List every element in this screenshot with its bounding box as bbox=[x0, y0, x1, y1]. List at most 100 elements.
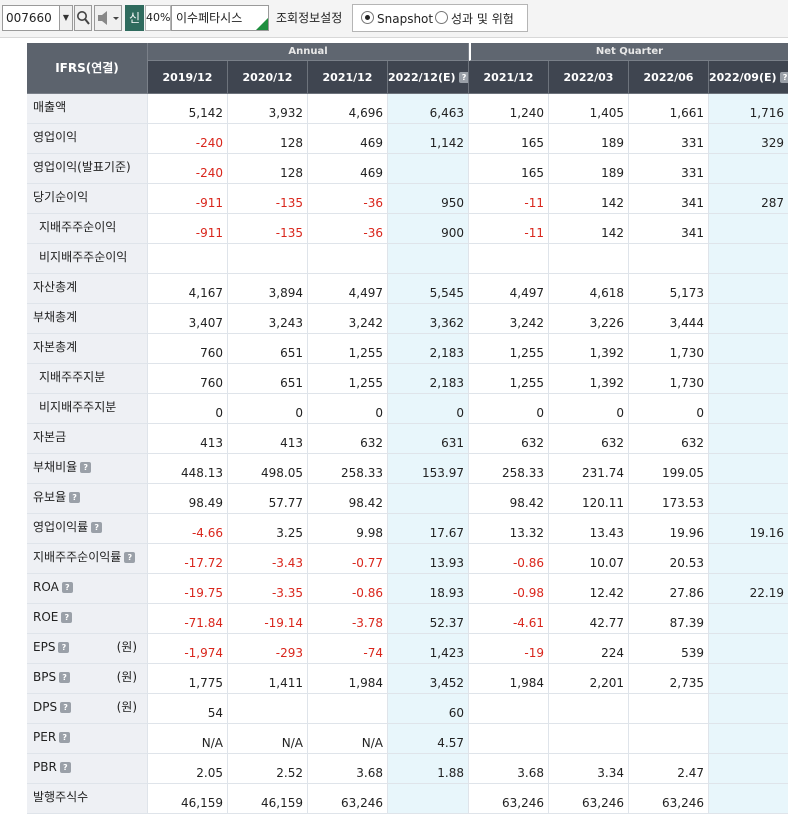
help-icon[interactable]: ? bbox=[59, 672, 71, 683]
row-label: 당기순이익 bbox=[27, 184, 148, 214]
table-cell: 331 bbox=[629, 154, 709, 184]
table-cell: 60 bbox=[388, 694, 469, 724]
table-cell: 3,444 bbox=[629, 304, 709, 334]
table-cell bbox=[709, 274, 788, 304]
table-cell: 287 bbox=[709, 184, 788, 214]
help-icon[interactable]: ? bbox=[59, 732, 71, 743]
column-header[interactable]: 2021/12 bbox=[469, 61, 549, 94]
table-cell: 4,497 bbox=[308, 274, 388, 304]
help-icon[interactable]: ? bbox=[91, 522, 103, 533]
table-cell bbox=[469, 694, 549, 724]
help-icon[interactable]: ? bbox=[58, 642, 70, 653]
help-icon[interactable]: ? bbox=[80, 462, 92, 473]
table-cell bbox=[709, 784, 788, 814]
table-cell: -17.72 bbox=[148, 544, 228, 574]
row-label-text: BPS bbox=[33, 670, 57, 684]
table-cell: 18.93 bbox=[388, 574, 469, 604]
row-label-text: 지배주주순이익률 bbox=[33, 550, 122, 564]
table-cell: -911 bbox=[148, 184, 228, 214]
row-label-text: 자산총계 bbox=[33, 280, 78, 294]
speaker-button[interactable] bbox=[94, 5, 122, 31]
table-cell: 632 bbox=[549, 424, 629, 454]
table-cell: 1,716 bbox=[709, 94, 788, 124]
row-label: ROE? bbox=[27, 604, 148, 634]
table-cell bbox=[709, 394, 788, 424]
row-label-text: 부채비율 bbox=[33, 460, 78, 474]
table-cell bbox=[228, 694, 308, 724]
help-icon[interactable]: ? bbox=[779, 72, 788, 83]
radio-performance-risk[interactable]: 성과 및 위험 bbox=[435, 11, 514, 27]
help-icon[interactable]: ? bbox=[61, 582, 73, 593]
column-header[interactable]: 2021/12 bbox=[308, 61, 388, 94]
row-label-text: 비지배주주순이익 bbox=[39, 250, 128, 264]
row-label-text: EPS bbox=[33, 640, 56, 654]
table-cell: 1,405 bbox=[549, 94, 629, 124]
speaker-icon bbox=[98, 11, 119, 25]
column-header[interactable]: 2022/12(E)? bbox=[388, 61, 469, 94]
column-header[interactable]: 2022/09(E)? bbox=[709, 61, 788, 94]
row-label-text: 발행주식수 bbox=[33, 790, 89, 804]
table-cell: 760 bbox=[148, 334, 228, 364]
table-cell: 98.42 bbox=[308, 484, 388, 514]
table-cell: 52.37 bbox=[388, 604, 469, 634]
column-header[interactable]: 2020/12 bbox=[228, 61, 308, 94]
table-cell: 1,255 bbox=[469, 364, 549, 394]
help-icon[interactable]: ? bbox=[61, 612, 73, 623]
column-header-label: 2022/03 bbox=[563, 71, 614, 84]
table-cell: 2.47 bbox=[629, 754, 709, 784]
table-cell: 1,984 bbox=[308, 664, 388, 694]
column-header[interactable]: 2022/06 bbox=[629, 61, 709, 94]
code-dropdown-button[interactable]: ▼ bbox=[59, 5, 73, 31]
stock-code-input[interactable]: 007660 bbox=[2, 5, 60, 31]
table-cell: 413 bbox=[148, 424, 228, 454]
table-cell bbox=[549, 694, 629, 724]
table-cell: 19.96 bbox=[629, 514, 709, 544]
table-cell: 20.53 bbox=[629, 544, 709, 574]
row-label-text: 영업이익률 bbox=[33, 520, 89, 534]
column-header[interactable]: 2022/03 bbox=[549, 61, 629, 94]
table-cell: 3,362 bbox=[388, 304, 469, 334]
table-cell: 120.11 bbox=[549, 484, 629, 514]
help-icon[interactable]: ? bbox=[69, 492, 81, 503]
table-cell: 10.07 bbox=[549, 544, 629, 574]
table-cell: -36 bbox=[308, 184, 388, 214]
table-cell bbox=[709, 304, 788, 334]
radio-snapshot[interactable]: Snapshot bbox=[361, 11, 433, 27]
table-cell: 651 bbox=[228, 364, 308, 394]
table-cell: 12.42 bbox=[549, 574, 629, 604]
table-cell: 329 bbox=[709, 124, 788, 154]
table-cell bbox=[388, 244, 469, 274]
table-cell bbox=[709, 664, 788, 694]
table-cell: -74 bbox=[308, 634, 388, 664]
row-label-text: DPS bbox=[33, 700, 58, 714]
row-unit: (원) bbox=[116, 640, 137, 654]
table-cell: 0 bbox=[469, 394, 549, 424]
help-icon[interactable]: ? bbox=[124, 552, 136, 563]
company-name-field[interactable]: 이수페타시스 bbox=[171, 5, 269, 31]
column-header[interactable]: 2019/12 bbox=[148, 61, 228, 94]
help-icon[interactable]: ? bbox=[458, 72, 468, 83]
group-header-quarter: Net Quarter bbox=[469, 43, 788, 61]
row-label: ROA? bbox=[27, 574, 148, 604]
table-cell: 0 bbox=[388, 394, 469, 424]
group-header-annual: Annual bbox=[148, 43, 469, 61]
table-cell: 9.98 bbox=[308, 514, 388, 544]
table-cell: 1,240 bbox=[469, 94, 549, 124]
toolbar: 007660 ▼ 신 40% 이수페타시스 조회정보설정 Snapshot 성과… bbox=[0, 0, 788, 38]
table-cell bbox=[469, 724, 549, 754]
table-cell: 0 bbox=[549, 394, 629, 424]
table-cell: 165 bbox=[469, 124, 549, 154]
radio-snapshot-label: Snapshot bbox=[377, 12, 434, 26]
help-icon[interactable]: ? bbox=[59, 762, 71, 773]
table-cell bbox=[709, 754, 788, 784]
table-cell: 2,735 bbox=[629, 664, 709, 694]
row-label: PBR? bbox=[27, 754, 148, 784]
table-cell: 4,167 bbox=[148, 274, 228, 304]
search-button[interactable] bbox=[74, 5, 92, 31]
column-header-label: 2022/06 bbox=[643, 71, 694, 84]
margin-percent-badge: 40% bbox=[145, 5, 171, 31]
table-cell: 0 bbox=[308, 394, 388, 424]
table-cell: 1,255 bbox=[308, 364, 388, 394]
help-icon[interactable]: ? bbox=[60, 702, 72, 713]
table-cell: 3.68 bbox=[308, 754, 388, 784]
